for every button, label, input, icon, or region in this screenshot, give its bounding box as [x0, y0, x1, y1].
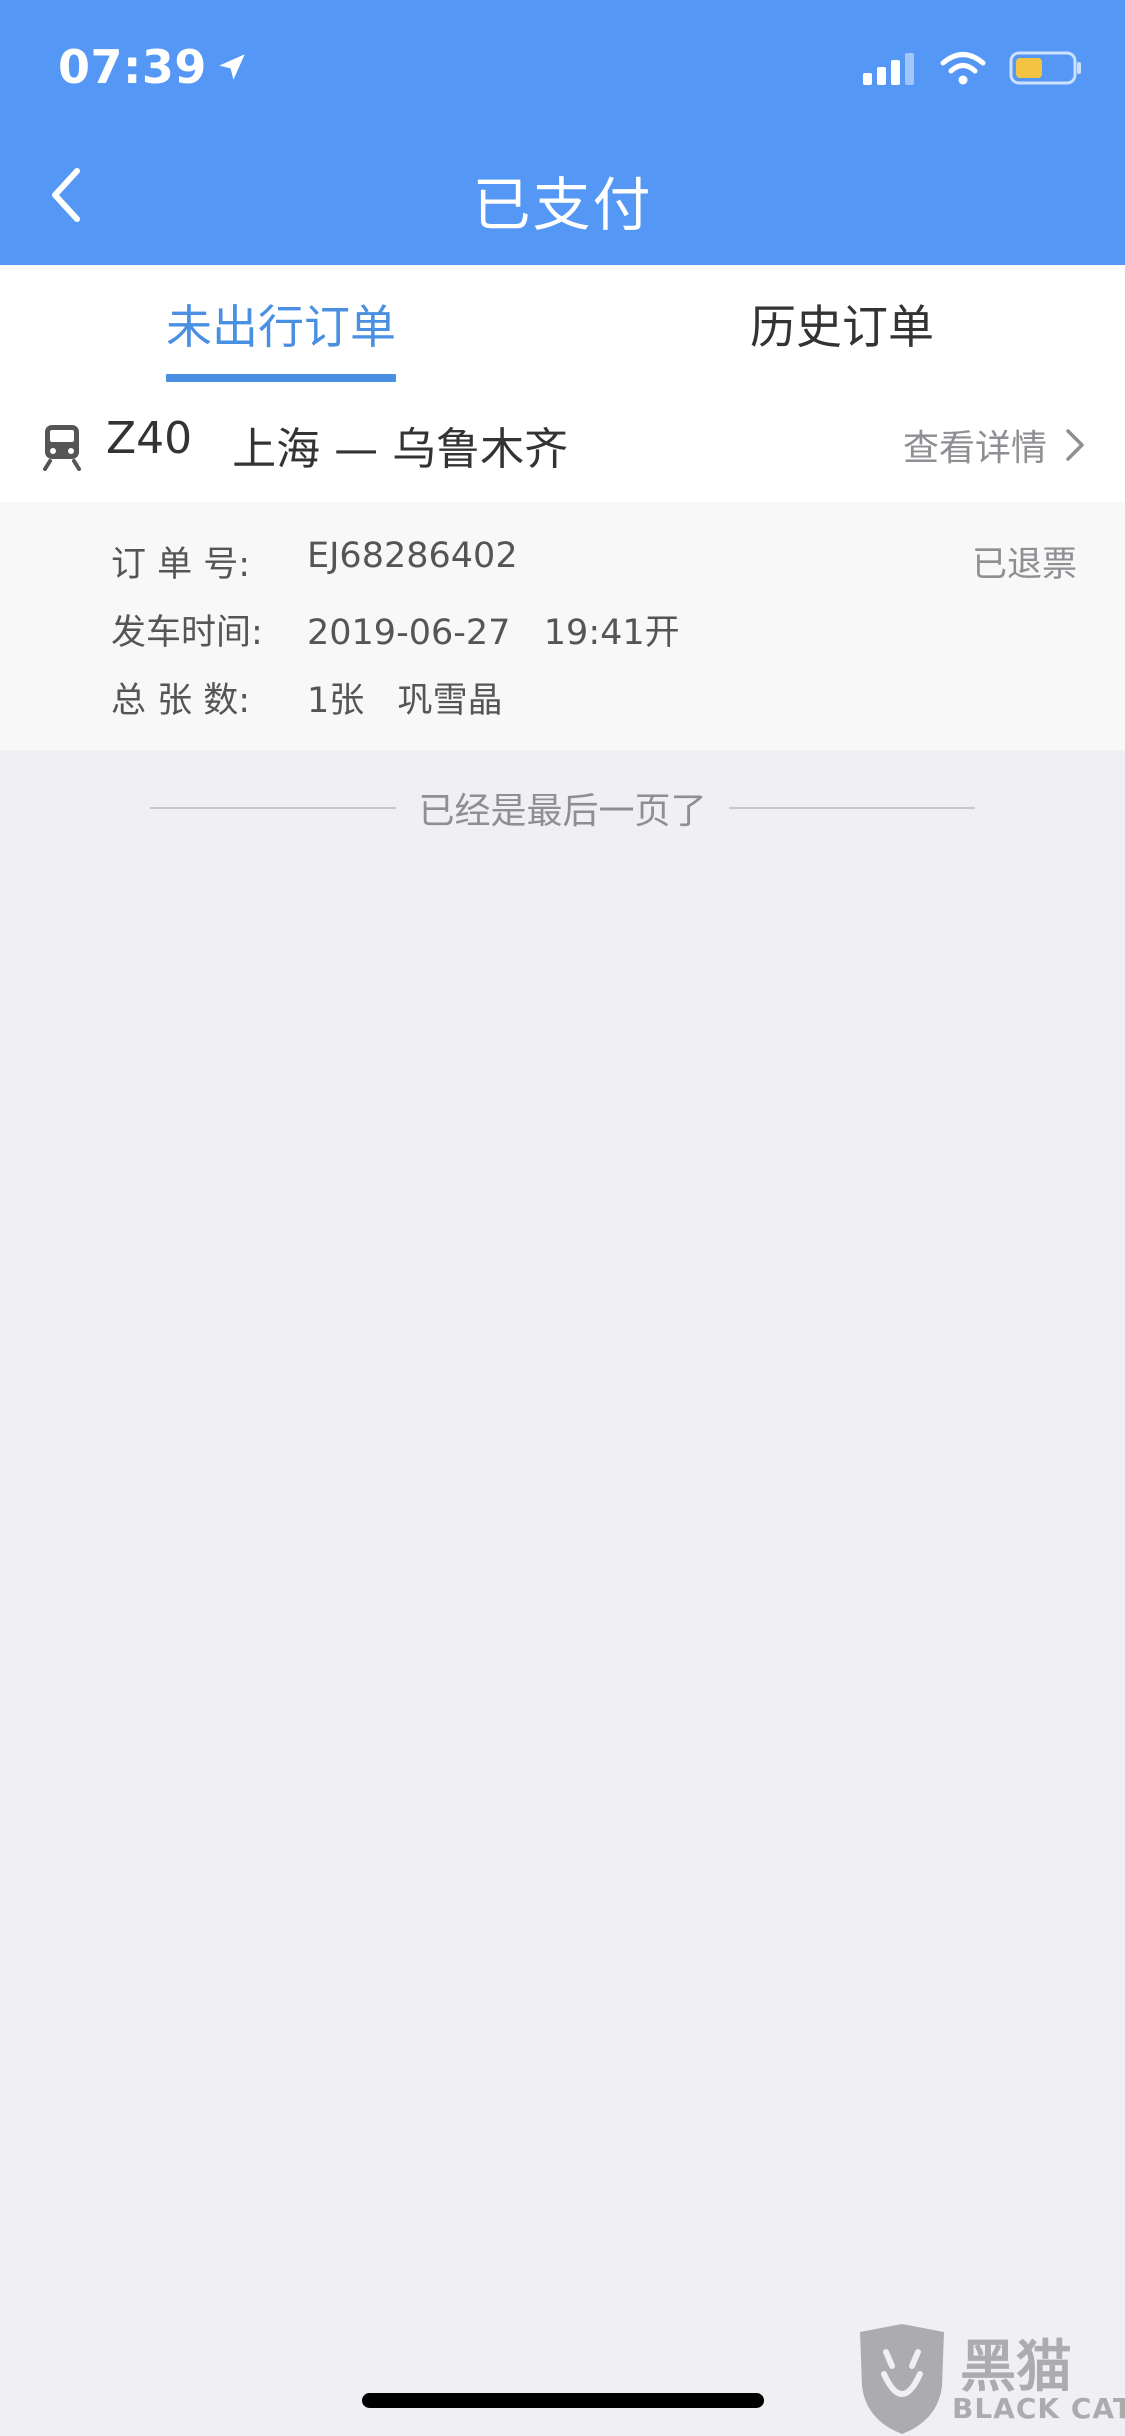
train-route: 上海 — 乌鲁木齐: [232, 424, 569, 475]
divider-right: [728, 807, 975, 809]
status-bar-indicators: [863, 50, 1083, 86]
train-route-title: Z40 上海 — 乌鲁木齐: [106, 413, 568, 477]
watermark: 黑猫 BLACK CAT: [852, 2322, 1125, 2436]
header-bar: 07:39 已支付: [0, 0, 1125, 265]
view-detail-label: 查看详情: [902, 428, 1047, 469]
order-tabs: 未出行订单 历史订单: [0, 265, 1125, 387]
order-number-row: 订 单 号: EJ68286402: [111, 536, 518, 587]
active-tab-indicator: [166, 374, 396, 382]
order-card-body: 订 单 号: EJ68286402 已退票 发车时间: 2019-06-27 1…: [0, 502, 1125, 750]
location-arrow-icon: [219, 54, 245, 80]
order-card-header[interactable]: Z40 上海 — 乌鲁木齐 查看详情: [0, 387, 1125, 502]
ticket-count-row: 总 张 数: 1张 巩雪晶: [111, 672, 503, 723]
ticket-count-value: 1张 巩雪晶: [307, 681, 503, 721]
train-number: Z40: [106, 413, 193, 464]
cat-shield-icon: [860, 2324, 944, 2434]
wifi-icon: [940, 52, 986, 85]
ticket-count-label: 总 张 数:: [111, 681, 251, 721]
watermark-cn-text: 黑猫: [960, 2335, 1072, 2400]
page-title: 已支付: [472, 171, 653, 239]
tab-history-orders[interactable]: 历史订单: [750, 291, 934, 357]
order-number-label: 订 单 号:: [111, 545, 251, 585]
order-number-value: EJ68286402: [307, 536, 518, 576]
departure-time-label: 发车时间:: [111, 613, 263, 653]
train-icon: [43, 425, 81, 471]
view-detail-link[interactable]: 查看详情: [903, 419, 1085, 471]
home-indicator[interactable]: [362, 2393, 764, 2408]
end-of-list-text: 已经是最后一页了: [418, 791, 707, 832]
divider-left: [150, 807, 397, 809]
chevron-right-icon: [1066, 429, 1084, 461]
departure-time-value: 2019-06-27 19:41开: [307, 613, 680, 653]
end-of-list-note: 已经是最后一页了: [0, 782, 1125, 834]
status-bar-time: 07:39: [58, 40, 249, 94]
tab-unfinished-orders[interactable]: 未出行订单: [166, 291, 396, 357]
battery-icon: [1009, 51, 1081, 85]
order-status-badge: 已退票: [971, 545, 1077, 585]
cellular-signal-icon: [863, 53, 914, 85]
departure-time-row: 发车时间: 2019-06-27 19:41开: [111, 604, 680, 655]
watermark-en-text: BLACK CAT: [952, 2392, 1125, 2425]
